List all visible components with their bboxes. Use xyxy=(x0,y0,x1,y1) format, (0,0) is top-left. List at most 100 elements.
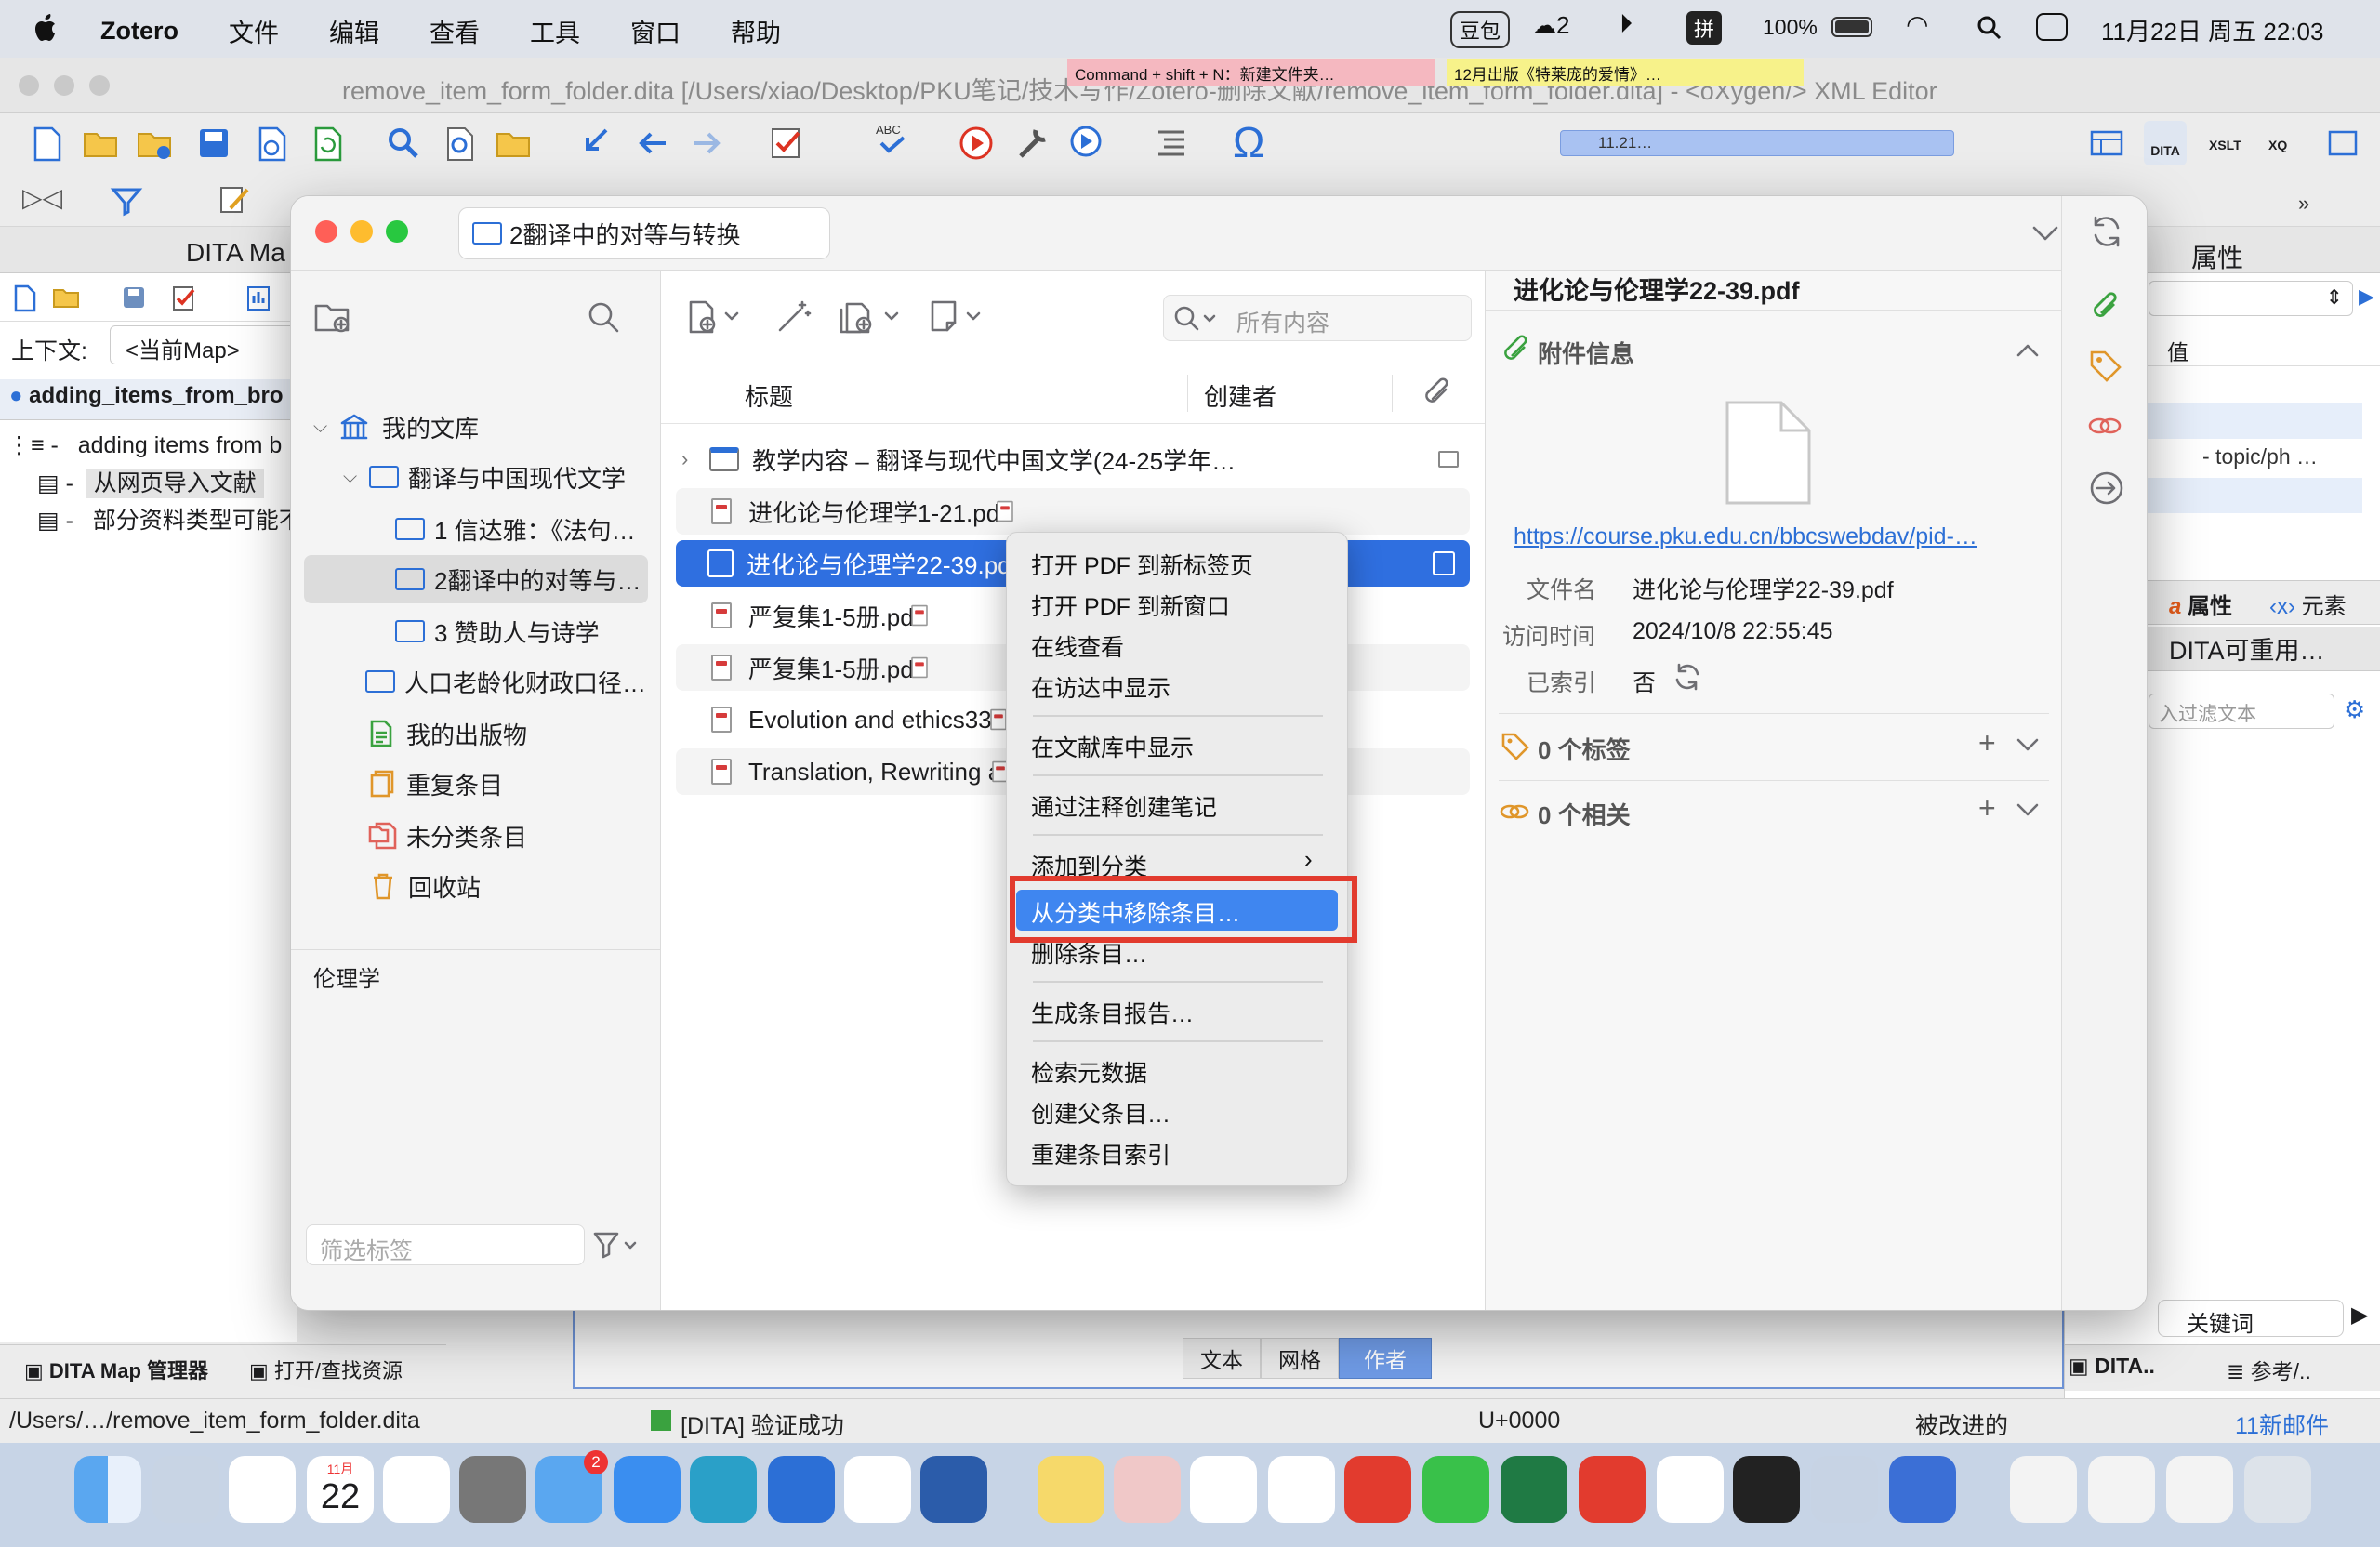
apple-icon[interactable] xyxy=(33,13,60,43)
wps-icon[interactable] xyxy=(1268,1456,1335,1523)
avatar-app-icon[interactable] xyxy=(1114,1456,1181,1523)
battery-icon[interactable] xyxy=(1831,17,1872,37)
xquery-perspective-button[interactable]: XQ xyxy=(2268,138,2287,152)
tree-collection-translation-literature[interactable]: ⌵ 翻译与中国现代文学 xyxy=(291,453,661,501)
stickies-icon[interactable] xyxy=(1038,1456,1104,1523)
search-mode-icon[interactable] xyxy=(1173,305,1222,333)
edge-icon[interactable] xyxy=(690,1456,757,1523)
menu-reindex-item[interactable]: 重建条目索引 xyxy=(1031,1137,1170,1170)
safari-icon[interactable] xyxy=(614,1456,681,1523)
system-settings-icon[interactable] xyxy=(459,1456,526,1523)
sidenav-related-icon[interactable] xyxy=(2086,410,2123,442)
bottom-tab-dita[interactable]: ▣ DITA.. xyxy=(2069,1354,2155,1379)
save-map-icon[interactable] xyxy=(121,284,147,311)
find-in-files-icon[interactable] xyxy=(441,125,478,162)
status-new-mail[interactable]: 11新邮件 xyxy=(2235,1408,2329,1441)
control-center-icon[interactable] xyxy=(2036,13,2068,41)
add-related-button[interactable]: + xyxy=(1978,791,1996,826)
attachment-url-link[interactable]: https://course.pku.edu.cn/bbcswebdav/pid… xyxy=(1514,523,1977,550)
pdf-attachment-icon[interactable] xyxy=(997,500,1014,522)
collapse-chevron-icon[interactable]: ⌵ xyxy=(343,467,369,488)
menu-help[interactable]: 帮助 xyxy=(731,13,781,49)
menu-tools[interactable]: 工具 xyxy=(530,13,580,49)
library-tab[interactable]: 2翻译中的对等与转换 xyxy=(458,207,830,259)
open-map-icon[interactable] xyxy=(52,286,80,309)
menu-create-parent-item[interactable]: 创建父条目… xyxy=(1031,1096,1170,1130)
voice-memos-icon[interactable] xyxy=(1344,1456,1411,1523)
menu-file[interactable]: 文件 xyxy=(229,13,279,49)
related-section-title[interactable]: 0 个相关 xyxy=(1538,797,1631,831)
zoom-window-button[interactable] xyxy=(386,220,408,243)
validate-icon[interactable] xyxy=(768,125,805,162)
tag-selector-tag[interactable]: 伦理学 xyxy=(313,960,380,993)
mail-app-icon[interactable]: 2 xyxy=(536,1450,608,1523)
netease-music-icon[interactable] xyxy=(1579,1456,1646,1523)
zoom-window-button[interactable] xyxy=(89,75,110,96)
edit-attributes-icon[interactable] xyxy=(218,182,251,216)
item-search-input[interactable]: 所有内容 xyxy=(1236,305,1329,338)
tab-elements[interactable]: ‹x› 元素 xyxy=(2269,588,2347,620)
close-window-button[interactable] xyxy=(315,220,337,243)
launchpad-icon[interactable] xyxy=(152,1456,219,1523)
menu-open-pdf-new-tab[interactable]: 打开 PDF 到新标签页 xyxy=(1031,548,1253,581)
tab-attributes[interactable]: a 属性 xyxy=(2169,588,2232,620)
cloud-badge-icon[interactable]: ☁2 xyxy=(1532,11,1569,40)
back-arrow-icon[interactable] xyxy=(634,125,671,162)
open-url-icon[interactable] xyxy=(136,125,173,162)
filter-tags-input[interactable]: 筛选标签 xyxy=(306,1224,585,1265)
word-icon[interactable] xyxy=(920,1456,987,1523)
sidenav-locate-icon[interactable] xyxy=(2088,469,2125,507)
photos-icon[interactable] xyxy=(229,1456,296,1523)
new-file-icon[interactable] xyxy=(28,125,65,162)
tree-collection-aging-finance[interactable]: 人口老龄化财政口径… xyxy=(291,657,661,706)
tag-display-icon[interactable]: ▷◁ xyxy=(22,182,62,213)
validate-map-icon[interactable] xyxy=(171,284,199,312)
toolbar-overflow-chevron[interactable]: » xyxy=(2298,192,2309,216)
tree-trash[interactable]: 回收站 xyxy=(291,862,661,910)
minimize-window-button[interactable] xyxy=(350,220,373,243)
menu-app-zotero[interactable]: Zotero xyxy=(100,17,178,46)
bottom-tab-reference[interactable]: ≣ 参考/.. xyxy=(2227,1354,2311,1385)
tab-dita-map-manager[interactable]: ▣ DITA Map 管理器 xyxy=(24,1355,208,1384)
reindex-icon[interactable] xyxy=(1672,661,1703,693)
tags-section-title[interactable]: 0 个标签 xyxy=(1538,732,1631,766)
minimize-window-button[interactable] xyxy=(54,75,74,96)
recent-document-1[interactable] xyxy=(2010,1456,2077,1523)
menu-create-note-from-annotations[interactable]: 通过注释创建笔记 xyxy=(1031,789,1217,823)
apply-transformation-icon[interactable] xyxy=(958,125,995,162)
tree-my-library[interactable]: ⌵ 我的文库 xyxy=(291,403,661,451)
pdf-attachment-icon[interactable] xyxy=(990,708,1008,731)
map-child-node-1[interactable]: ▤ - 从网页导入文献 xyxy=(37,465,264,498)
calendar-icon[interactable]: 11月 22 xyxy=(307,1456,374,1523)
new-map-icon[interactable] xyxy=(13,284,37,312)
menu-show-in-library[interactable]: 在文献库中显示 xyxy=(1031,730,1194,763)
collection-search-icon[interactable] xyxy=(587,300,620,334)
close-window-button[interactable] xyxy=(19,75,39,96)
new-item-icon[interactable] xyxy=(687,298,743,336)
graph-app-icon[interactable] xyxy=(844,1456,911,1523)
save-icon[interactable] xyxy=(195,125,232,162)
menu-view[interactable]: 查看 xyxy=(430,13,480,49)
map-child-node-2[interactable]: ▤ - 部分资料类型可能不 xyxy=(37,502,302,536)
tabs-menu-chevron-icon[interactable] xyxy=(2031,224,2059,243)
excel-icon[interactable] xyxy=(1501,1456,1567,1523)
add-tag-button[interactable]: + xyxy=(1978,726,1996,760)
configure-transformation-icon[interactable] xyxy=(1013,125,1051,162)
context-select[interactable]: <当前Map> xyxy=(110,325,296,364)
forward-arrow-icon[interactable] xyxy=(688,125,725,162)
expand-related-chevron-icon[interactable] xyxy=(2016,802,2040,819)
xslt-perspective-button[interactable]: XSLT xyxy=(2209,138,2241,152)
reuse-filter-input[interactable]: 入过滤文本 xyxy=(2149,694,2334,729)
keywords-button[interactable]: 关键词 xyxy=(2158,1300,2344,1337)
find-icon[interactable] xyxy=(385,125,422,162)
tab-open-find-resource[interactable]: ▣ 打开/查找资源 xyxy=(249,1355,403,1384)
keywords-arrow-icon[interactable]: ▶ xyxy=(2351,1302,2368,1329)
snapshot-attachment-icon[interactable] xyxy=(1438,451,1459,468)
tag-filter-menu-icon[interactable] xyxy=(592,1230,639,1260)
new-note-icon[interactable] xyxy=(929,298,990,336)
reload-icon[interactable] xyxy=(309,125,346,162)
doubao-menu-extra[interactable]: 豆包 xyxy=(1450,11,1511,48)
pdf-attachment-icon[interactable] xyxy=(1433,551,1455,575)
item-row[interactable]: › 教学内容 – 翻译与现代中国文学(24-25学年… xyxy=(676,436,1470,483)
play-circle-icon[interactable]: ⏵ xyxy=(1620,9,1633,40)
